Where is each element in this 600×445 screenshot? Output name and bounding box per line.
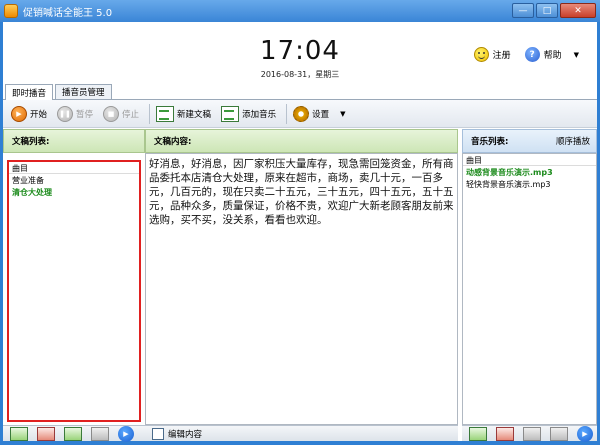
doc-list-title: 文稿列表: [12,137,50,147]
tab-live-broadcast[interactable]: 即时播音 [5,84,54,100]
toolbar: ▶ 开始 ❚❚ 暂停 ■ 停止 新建文稿 添加音乐 设置 ▼ [3,99,597,128]
register-link[interactable]: 注册 [493,48,511,61]
title-bar: 促销喊话全能王 5.0 — □ ✕ [0,0,600,22]
doc-list[interactable]: 曲目 营业准备 清仓大处理 [7,160,141,422]
play-doc-icon[interactable]: ▶ [118,425,134,442]
pause-label: 暂停 [76,109,94,120]
list-item[interactable]: 营业准备 [9,174,139,186]
edit-icon [152,427,164,440]
settings-label: 设置 [312,109,330,120]
play-music-icon[interactable]: ▶ [577,425,593,442]
stop-label: 停止 [122,109,140,120]
stop-icon: ■ [103,105,120,122]
edit-content-label: 编辑内容 [168,429,203,440]
settings-button[interactable]: 设置 ▼ [293,105,345,122]
document-content[interactable]: 好消息，好消息，因厂家积压大量库存，现急需回笼资金，所有商品委托本店清仓大处理，… [145,153,458,425]
play-mode[interactable]: 顺序播放 [556,135,590,147]
music-list-actions: ▶ [462,425,597,442]
window-title: 促销喊话全能王 5.0 [23,7,113,19]
help-icon: ? [524,47,540,62]
music-list-title: 音乐列表: [471,137,509,147]
close-button[interactable]: ✕ [560,3,596,18]
move-down-icon[interactable] [550,426,568,441]
play-icon: ▶ [11,105,27,122]
music-list-header: 音乐列表: 顺序播放 [462,129,597,153]
delete-music-icon[interactable] [496,426,514,441]
delete-doc-icon[interactable] [37,426,55,441]
main-window: 17:04 2016-08-31，星期三 注册 ? 帮助 ▼ 即时播音 播音员管… [3,22,597,442]
window-controls: — □ ✕ [512,3,596,18]
smiley-icon [473,47,489,62]
help-link[interactable]: 帮助 [544,48,562,61]
doc-list-column-header: 曲目 [9,162,139,174]
move-up-icon[interactable] [64,426,82,441]
start-label: 开始 [30,109,48,120]
add-doc-icon[interactable] [10,426,28,441]
doc-list-actions: ▶ [3,425,145,442]
content-actions: 编辑内容 [145,425,458,441]
app-icon [4,4,18,18]
add-music-button[interactable]: 添加音乐 [221,105,277,122]
doc-list-header: 文稿列表: [3,129,145,153]
new-document-label: 新建文稿 [177,109,212,120]
list-item[interactable]: 轻快背景音乐演示.mp3 [463,178,596,190]
tab-announcer-management[interactable]: 播音员管理 [55,84,112,99]
move-up-icon[interactable] [523,426,541,441]
clock-date: 2016-08-31，星期三 [260,70,340,79]
list-item[interactable]: 清仓大处理 [9,186,139,198]
maximize-button[interactable]: □ [536,3,558,18]
start-button[interactable]: ▶ 开始 [11,105,48,122]
toolbar-separator [286,103,288,124]
stop-button[interactable]: ■ 停止 [103,105,140,122]
move-down-icon[interactable] [91,426,109,441]
edit-content-button[interactable]: 编辑内容 [152,427,203,440]
add-music-file-icon[interactable] [469,426,487,441]
list-item[interactable]: 动感背景音乐演示.mp3 [463,166,596,178]
settings-dropdown-arrow-icon[interactable]: ▼ [340,110,345,118]
content-title: 文稿内容: [154,137,192,147]
music-list-column-header: 曲目 [463,154,596,166]
music-list[interactable]: 曲目 动感背景音乐演示.mp3 轻快背景音乐演示.mp3 [462,153,597,425]
toolbar-separator [149,103,151,124]
top-links: 注册 ? 帮助 ▼ [473,47,579,62]
add-music-icon [221,105,240,122]
new-document-icon [156,105,175,122]
help-dropdown-arrow-icon[interactable]: ▼ [574,51,579,59]
add-music-label: 添加音乐 [242,109,277,120]
gear-icon [293,105,310,122]
new-document-button[interactable]: 新建文稿 [156,105,212,122]
tab-bar: 即时播音 播音员管理 [5,84,114,100]
pause-icon: ❚❚ [57,105,74,122]
pause-button[interactable]: ❚❚ 暂停 [57,105,94,122]
minimize-button[interactable]: — [512,3,534,18]
content-header: 文稿内容: [145,129,458,153]
